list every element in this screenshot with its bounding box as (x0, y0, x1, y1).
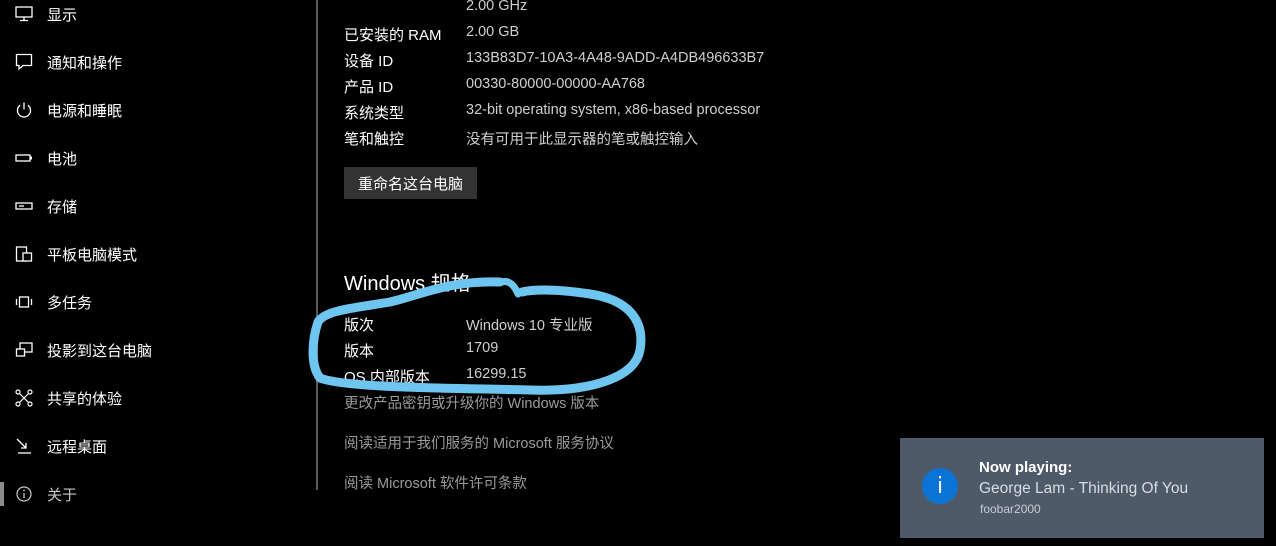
sidebar-item-label: 显示 (47, 6, 78, 24)
sidebar-item-storage[interactable]: 存储 (0, 186, 300, 226)
tablet-mode-icon (14, 244, 34, 264)
sidebar-item-label: 平板电脑模式 (47, 246, 138, 264)
ram-label: 已安装的 RAM (344, 27, 442, 44)
license-terms-link[interactable]: 阅读 Microsoft 软件许可条款 (344, 472, 527, 493)
product-id-label: 产品 ID (344, 79, 394, 96)
sidebar-item-label: 电池 (47, 150, 78, 168)
os-build-value: 16299.15 (466, 366, 527, 382)
version-value: 1709 (466, 340, 499, 356)
rename-pc-button[interactable]: 重命名这台电脑 (344, 167, 477, 199)
sidebar-item-label: 共享的体验 (47, 390, 123, 408)
toast-body: George Lam - Thinking Of You (979, 480, 1189, 497)
project-icon (14, 340, 34, 360)
sidebar-item-label: 远程桌面 (47, 438, 108, 456)
info-icon: i (922, 468, 958, 504)
battery-icon (14, 148, 34, 168)
device-id-value: 133B83D7-10A3-4A48-9ADD-A4DB496633B7 (466, 50, 765, 66)
sidebar-item-power-sleep[interactable]: 电源和睡眠 (0, 90, 300, 130)
sidebar-item-project-to-pc[interactable]: 投影到这台电脑 (0, 330, 300, 370)
sidebar-item-label: 多任务 (47, 294, 93, 312)
system-type-value: 32-bit operating system, x86-based proce… (466, 102, 761, 118)
sidebar-item-display[interactable]: 显示 (0, 0, 300, 34)
sidebar-item-multitasking[interactable]: 多任务 (0, 282, 300, 322)
product-id-value: 00330-80000-00000-AA768 (466, 76, 645, 92)
toast-title: Now playing: (979, 459, 1073, 476)
ram-value: 2.00 GB (466, 24, 520, 40)
sidebar-item-label: 电源和睡眠 (47, 102, 123, 120)
shared-experience-icon (14, 388, 34, 408)
pen-touch-value: 没有可用于此显示器的笔或触控输入 (466, 132, 698, 148)
monitor-icon (14, 4, 34, 24)
multitasking-icon (14, 292, 34, 312)
selection-indicator (0, 482, 4, 506)
sidebar-item-remote-desktop[interactable]: 远程桌面 (0, 426, 300, 466)
sidebar-item-label: 投影到这台电脑 (47, 342, 153, 360)
sidebar-item-tablet-mode[interactable]: 平板电脑模式 (0, 234, 300, 274)
os-build-label: OS 内部版本 (344, 369, 430, 386)
sidebar-item-label: 通知和操作 (47, 54, 123, 72)
storage-icon (14, 196, 34, 216)
sidebar-item-battery[interactable]: 电池 (0, 138, 300, 178)
sidebar-item-label: 存储 (47, 198, 78, 216)
sidebar-item-shared-experiences[interactable]: 共享的体验 (0, 378, 300, 418)
notification-icon (14, 52, 34, 72)
sidebar-item-about[interactable]: 关于 (0, 474, 300, 514)
now-playing-toast[interactable]: i Now playing: George Lam - Thinking Of … (900, 438, 1264, 538)
version-label: 版本 (344, 343, 375, 360)
system-type-label: 系统类型 (344, 105, 405, 122)
remote-desktop-icon (14, 436, 34, 456)
sidebar-item-label: 关于 (47, 486, 78, 504)
toast-app-name: foobar2000 (980, 502, 1041, 516)
power-icon (14, 100, 34, 120)
change-product-key-link[interactable]: 更改产品密钥或升级你的 Windows 版本 (344, 392, 599, 413)
sidebar-item-notifications[interactable]: 通知和操作 (0, 42, 300, 82)
windows-specs-title: Windows 规格 (344, 273, 471, 295)
edition-value: Windows 10 专业版 (466, 318, 593, 334)
info-icon (14, 484, 34, 504)
sidebar-divider (316, 0, 318, 490)
services-agreement-link[interactable]: 阅读适用于我们服务的 Microsoft 服务协议 (344, 432, 614, 453)
edition-label: 版次 (344, 317, 375, 334)
pen-touch-label: 笔和触控 (344, 131, 405, 148)
device-id-label: 设备 ID (344, 53, 394, 70)
processor-value: 2.00 GHz (466, 0, 528, 14)
settings-sidebar: 显示 通知和操作 电源和睡眠 电池 存储 平板电脑模式 多任务 投影到这台电脑 … (0, 0, 300, 546)
